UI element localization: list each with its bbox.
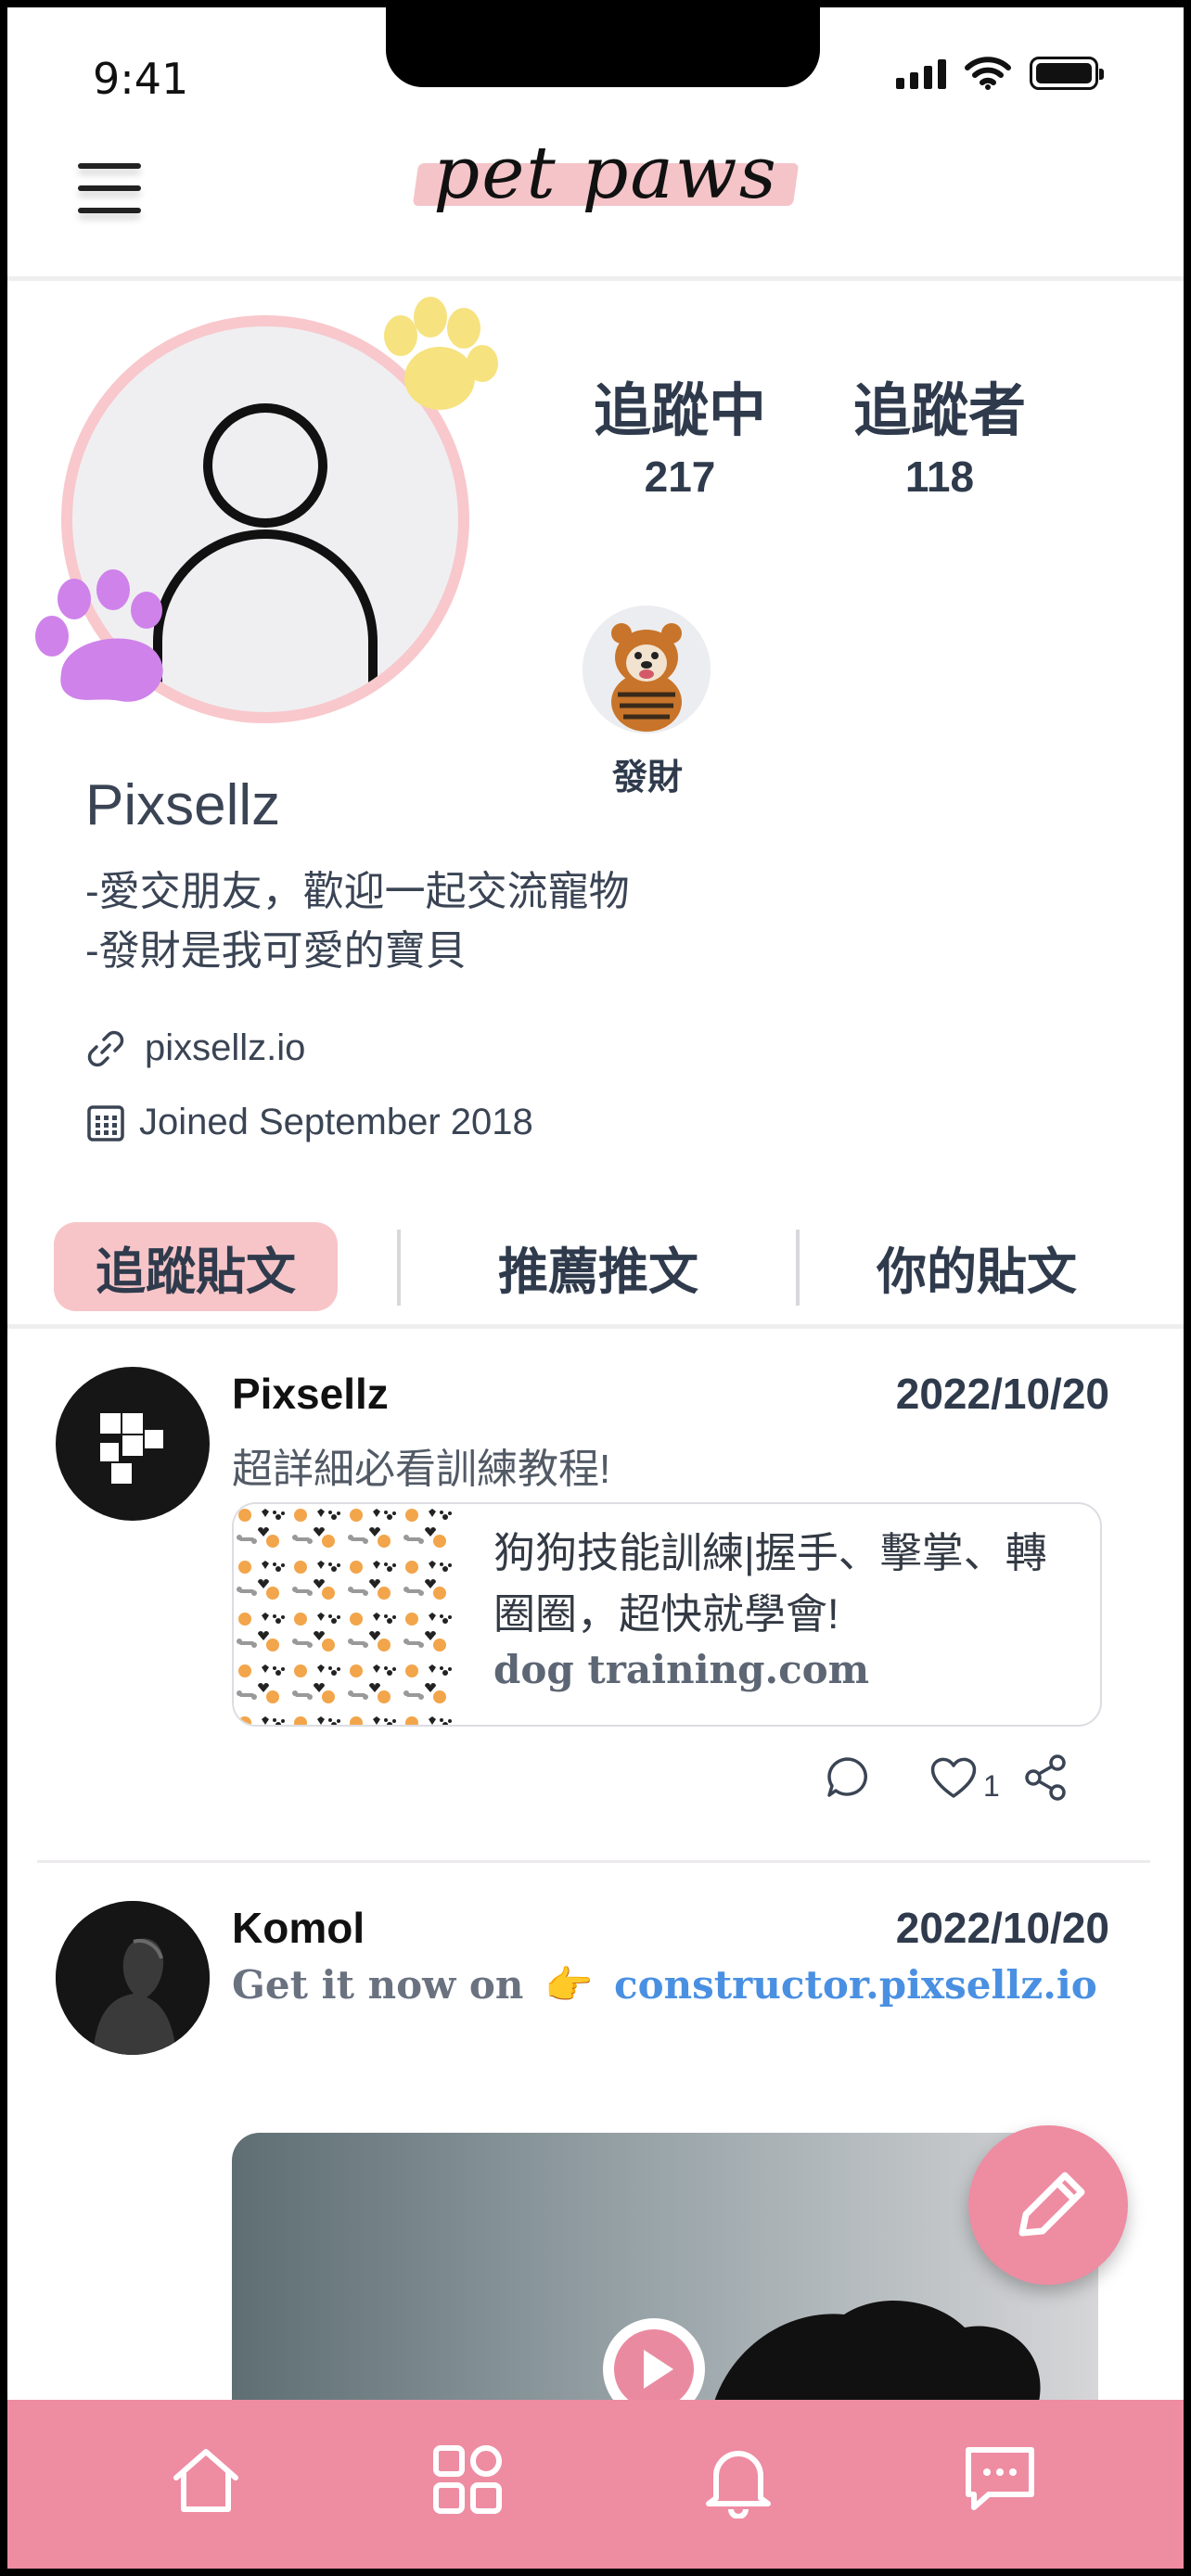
joined-row: Joined September 2018 — [85, 1102, 533, 1143]
website-row[interactable]: pixsellz.io — [85, 1027, 305, 1069]
bio-line: -愛交朋友，歡迎一起交流寵物 — [85, 869, 630, 914]
yellow-paw-icon — [384, 297, 498, 410]
profile-name: Pixsellz — [85, 773, 281, 837]
post-text: Get it now on 👉 constructor.pixsellz.io — [232, 1962, 1097, 2009]
signal-icon — [896, 57, 946, 89]
feed-tabs: 追蹤貼文 推薦推文 你的貼文 — [7, 1213, 1184, 1329]
calendar-icon — [87, 1104, 124, 1141]
followers-stat[interactable]: 追蹤者 118 — [853, 383, 1026, 502]
post-text-prefix: Get it now on — [232, 1962, 524, 2008]
logo-text: pet paws — [433, 132, 778, 215]
link-preview-title: 狗狗技能訓練|握手、擊掌、轉圈圈，超快就學會! — [493, 1529, 1047, 1638]
app-logo: pet paws — [412, 132, 800, 224]
tab-divider — [796, 1230, 800, 1306]
app-header: pet paws — [7, 109, 1184, 281]
hamburger-icon — [78, 163, 141, 169]
link-icon — [87, 1030, 124, 1066]
post-date: 2022/10/20 — [895, 1904, 1109, 1952]
pet-avatar[interactable] — [583, 606, 711, 733]
battery-icon — [1030, 57, 1104, 90]
home-icon[interactable] — [167, 2441, 245, 2519]
wifi-icon — [965, 57, 1011, 90]
pet-profile[interactable]: 發財 — [583, 606, 712, 799]
dog-photo — [583, 606, 711, 733]
share-icon[interactable] — [1022, 1753, 1069, 1802]
profile-bio: -愛交朋友，歡迎一起交流寵物 -發財是我可愛的寶貝 — [85, 862, 630, 981]
tab-following-posts[interactable]: 追蹤貼文 — [54, 1222, 338, 1311]
heart-icon[interactable] — [928, 1753, 980, 1802]
post-author-avatar[interactable] — [56, 1367, 210, 1521]
status-icons — [896, 56, 1104, 91]
post-date: 2022/10/20 — [895, 1370, 1109, 1418]
following-label: 追蹤中 — [594, 379, 767, 443]
notch — [386, 7, 820, 87]
bell-icon[interactable] — [699, 2441, 777, 2519]
followers-count: 118 — [904, 453, 975, 501]
pointing-emoji: 👉 — [544, 1962, 594, 2008]
post-text: 超詳細必看訓練教程! — [232, 1447, 611, 1492]
link-preview-card[interactable]: 狗狗技能訓練|握手、擊掌、轉圈圈，超快就學會! dog training.com — [232, 1502, 1102, 1727]
pet-name: 發財 — [611, 759, 683, 797]
message-icon[interactable] — [961, 2441, 1039, 2519]
pixsellz-logo — [100, 1413, 163, 1484]
link-preview-domain: dog training.com — [493, 1647, 870, 1692]
comment-icon[interactable] — [824, 1753, 872, 1802]
tab-your-posts[interactable]: 你的貼文 — [833, 1222, 1121, 1311]
tab-divider — [397, 1230, 401, 1306]
post-author-name[interactable]: Komol — [232, 1903, 365, 1953]
post-divider — [37, 1860, 1150, 1863]
paw-pattern-thumbnail — [234, 1504, 458, 1725]
post-actions: 1 — [824, 1751, 1069, 1804]
like-count: 1 — [983, 1769, 1000, 1803]
bottom-navigation — [7, 2400, 1184, 2569]
play-icon — [644, 2350, 673, 2389]
status-time: 9:41 — [93, 54, 189, 104]
post-link[interactable]: constructor.pixsellz.io — [614, 1962, 1097, 2008]
following-count: 217 — [644, 453, 716, 501]
post-author-avatar[interactable] — [56, 1901, 210, 2055]
menu-button[interactable] — [78, 163, 141, 219]
bio-line: -發財是我可愛的寶貝 — [85, 928, 467, 974]
phone-screen: 9:41 pet paws 追蹤中 217 追蹤者 118 發財 Pixsell… — [7, 7, 1184, 2569]
purple-paw-icon — [35, 569, 163, 702]
website-link[interactable]: pixsellz.io — [145, 1027, 305, 1069]
following-stat[interactable]: 追蹤中 217 — [594, 383, 766, 502]
komol-photo — [56, 1901, 210, 2055]
tab-recommended-posts[interactable]: 推薦推文 — [455, 1222, 742, 1311]
pencil-icon — [1018, 2172, 1085, 2237]
joined-date: Joined September 2018 — [139, 1102, 533, 1142]
grid-icon[interactable] — [429, 2441, 506, 2519]
compose-button[interactable] — [968, 2125, 1128, 2285]
followers-label: 追蹤者 — [853, 379, 1027, 443]
post-author-name[interactable]: Pixsellz — [232, 1369, 389, 1419]
